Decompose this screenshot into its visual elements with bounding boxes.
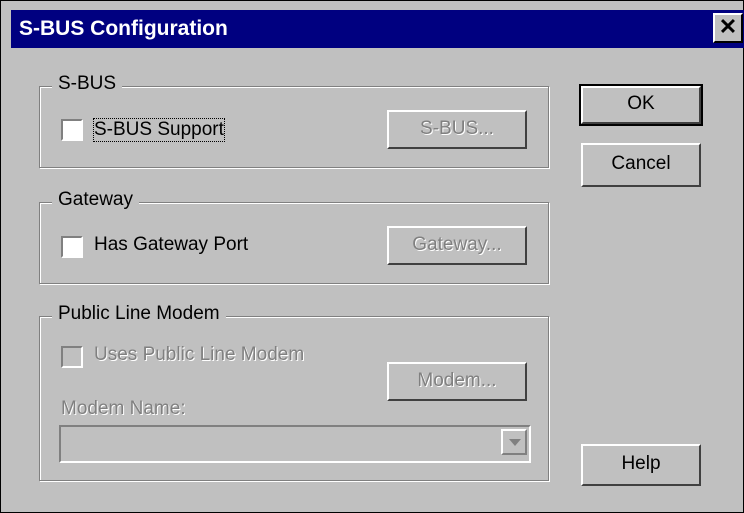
public-line-modem-group-legend: Public Line Modem bbox=[52, 303, 226, 325]
has-gateway-port-label[interactable]: Has Gateway Port bbox=[94, 234, 248, 256]
modem-settings-button-label: Modem... bbox=[417, 370, 497, 391]
gateway-group-legend: Gateway bbox=[52, 189, 139, 211]
ok-button-label: OK bbox=[627, 93, 655, 114]
modem-name-label: Modem Name: bbox=[61, 398, 186, 419]
help-button-label: Help bbox=[621, 453, 661, 474]
sbus-support-label[interactable]: S-BUS Support bbox=[93, 118, 225, 142]
has-gateway-port-checkbox[interactable] bbox=[61, 236, 83, 258]
chevron-down-icon[interactable] bbox=[501, 429, 527, 455]
sbus-settings-button-label: S-BUS... bbox=[420, 118, 494, 139]
cancel-button-label: Cancel bbox=[611, 153, 671, 174]
sbus-group-legend: S-BUS bbox=[52, 73, 123, 95]
ok-button[interactable]: OK bbox=[579, 84, 703, 126]
close-button[interactable]: ✕ bbox=[713, 13, 743, 43]
uses-public-line-modem-label: Uses Public Line Modem bbox=[94, 344, 305, 365]
gateway-settings-button[interactable]: Gateway... bbox=[387, 226, 527, 265]
sbus-support-checkbox[interactable] bbox=[61, 119, 83, 141]
window-title: S-BUS Configuration bbox=[19, 17, 228, 40]
help-button[interactable]: Help bbox=[581, 444, 701, 486]
gateway-settings-button-label: Gateway... bbox=[412, 234, 502, 255]
close-icon: ✕ bbox=[718, 14, 738, 39]
uses-public-line-modem-checkbox[interactable] bbox=[61, 346, 83, 368]
modem-name-combobox[interactable] bbox=[59, 425, 531, 463]
cancel-button[interactable]: Cancel bbox=[581, 143, 701, 187]
sbus-configuration-dialog: S-BUS Configuration ✕ S-BUS S-BUS Suppor… bbox=[0, 0, 744, 513]
title-bar[interactable]: S-BUS Configuration ✕ bbox=[11, 10, 744, 48]
modem-settings-button[interactable]: Modem... bbox=[387, 362, 527, 401]
sbus-settings-button[interactable]: S-BUS... bbox=[387, 110, 527, 149]
